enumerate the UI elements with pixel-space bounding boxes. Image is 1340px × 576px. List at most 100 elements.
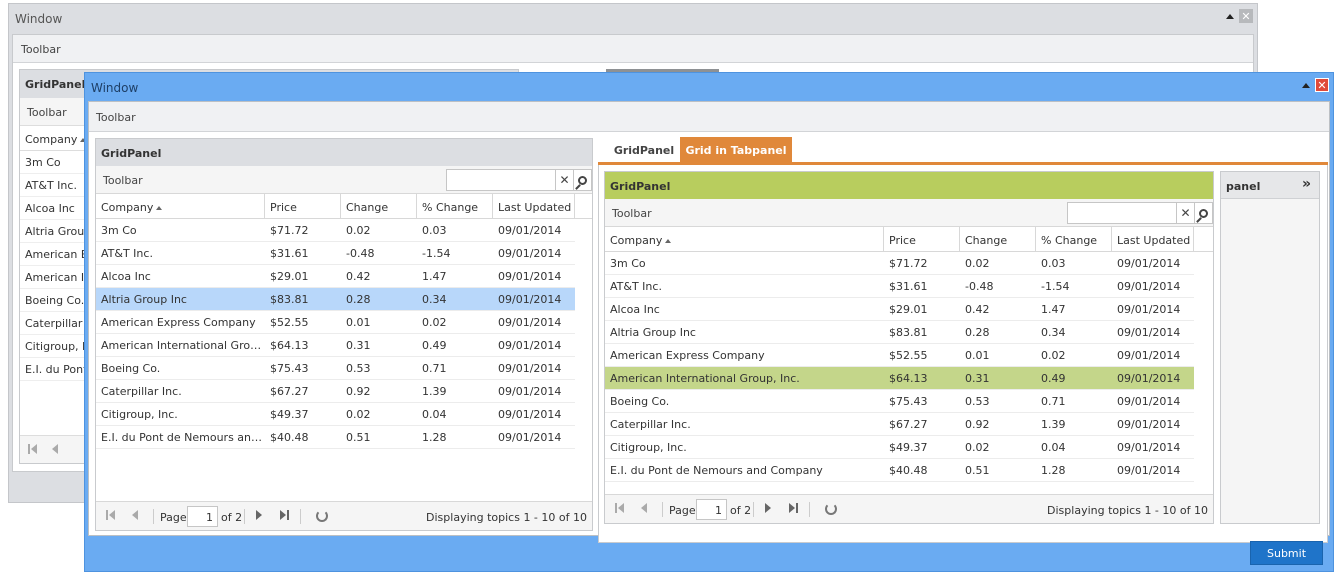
clear-icon[interactable]: ✕: [1177, 202, 1195, 224]
table-cell: 1.28: [1041, 464, 1066, 477]
collapse-icon[interactable]: [1226, 13, 1234, 19]
next-page-icon[interactable]: [256, 510, 262, 522]
last-page-icon[interactable]: [280, 510, 289, 520]
window-tools: ✕: [1226, 9, 1253, 23]
page-label: Page: [160, 511, 187, 524]
next-page-icon[interactable]: [765, 503, 771, 515]
collapse-icon[interactable]: [1302, 82, 1310, 88]
table-row[interactable]: American International Group, Inc. $64.13…: [96, 334, 575, 357]
table-cell: 09/01/2014: [498, 385, 562, 398]
table-cell: -1.54: [1041, 280, 1070, 293]
window-toolbar: Toolbar: [89, 102, 1329, 132]
first-page-icon[interactable]: [615, 503, 624, 513]
table-row[interactable]: E.I. du Pont de Nemours and Company $40.4…: [605, 459, 1194, 482]
grid-rows: 3m Co $71.72 0.02 0.03 09/01/2014 AT&T Inc. $3…: [96, 219, 592, 449]
table-cell: 1.47: [422, 270, 447, 283]
table-cell: $75.43: [270, 362, 309, 375]
page-number-input[interactable]: 1: [696, 499, 727, 520]
window-header[interactable]: Window: [85, 73, 1333, 101]
table-row[interactable]: Caterpillar Inc. $67.27 0.92 1.39 09/01/2014: [605, 413, 1194, 436]
table-cell: Boeing Co.: [101, 362, 161, 375]
table-cell: $67.27: [270, 385, 309, 398]
table-cell: 0.02: [965, 441, 990, 454]
last-page-icon[interactable]: [789, 503, 798, 513]
refresh-icon[interactable]: [825, 503, 837, 515]
first-page-icon[interactable]: [106, 510, 115, 520]
table-cell: Alcoa Inc: [101, 270, 151, 283]
search-input[interactable]: [446, 169, 556, 191]
grid-toolbar: Toolbar ✕: [605, 199, 1213, 227]
table-row[interactable]: 3m Co $71.72 0.02 0.03 09/01/2014: [96, 219, 575, 242]
left-grid-panel: GridPanel Toolbar ✕ Company Price Change% …: [95, 138, 593, 531]
column-header-last-updated[interactable]: Last Updated: [493, 194, 575, 218]
table-cell: 0.92: [965, 418, 990, 431]
table-row[interactable]: 3m Co $71.72 0.02 0.03 09/01/2014: [605, 252, 1194, 275]
toolbar-label: Toolbar: [21, 43, 61, 56]
table-row[interactable]: AT&T Inc. $31.61 -0.48 -1.54 09/01/2014: [96, 242, 575, 265]
table-row[interactable]: Caterpillar Inc. $67.27 0.92 1.39 09/01/2014: [96, 380, 575, 403]
table-cell: $64.13: [270, 339, 309, 352]
window-title: Window: [91, 81, 139, 95]
clear-icon[interactable]: ✕: [556, 169, 574, 191]
grid-toolbar: Toolbar ✕: [96, 166, 592, 194]
search-input[interactable]: [1067, 202, 1177, 224]
prev-page-icon[interactable]: [52, 444, 58, 456]
table-cell: -0.48: [965, 280, 994, 293]
table-cell: 0.02: [965, 257, 990, 270]
first-page-icon[interactable]: [28, 444, 37, 454]
close-icon[interactable]: ✕: [1239, 9, 1253, 23]
page-count-label: of 2: [730, 504, 752, 517]
close-icon[interactable]: ✕: [1315, 78, 1329, 92]
grid-title: GridPanel: [605, 172, 1213, 199]
search-icon[interactable]: [1195, 202, 1213, 224]
table-row[interactable]: Boeing Co. $75.43 0.53 0.71 09/01/2014: [605, 390, 1194, 413]
table-row[interactable]: E.I. du Pont de Nemours and Company $40.4…: [96, 426, 575, 449]
table-row[interactable]: American International Group, Inc. $64.13…: [605, 367, 1194, 390]
table-cell: 09/01/2014: [498, 339, 562, 352]
table-row[interactable]: Boeing Co. $75.43 0.53 0.71 09/01/2014: [96, 357, 575, 380]
refresh-icon[interactable]: [316, 510, 328, 522]
table-cell: 0.92: [346, 385, 371, 398]
side-panel: panel »: [1220, 171, 1320, 524]
table-cell: 0.31: [346, 339, 371, 352]
prev-page-icon[interactable]: [132, 510, 138, 522]
column-header-change[interactable]: % Change: [417, 194, 493, 218]
table-row[interactable]: Citigroup, Inc. $49.37 0.02 0.04 09/01/2014: [605, 436, 1194, 459]
foreground-window[interactable]: Window ✕ Toolbar GridPanel Toolbar ✕ Com…: [84, 72, 1334, 572]
search-icon[interactable]: [574, 169, 592, 191]
table-row[interactable]: American Express Company $52.55 0.01 0.02 09…: [605, 344, 1194, 367]
table-row[interactable]: Alcoa Inc $29.01 0.42 1.47 09/01/2014: [605, 298, 1194, 321]
table-row[interactable]: American Express Company $52.55 0.01 0.02 09…: [96, 311, 575, 334]
table-cell: -0.48: [346, 247, 375, 260]
table-row[interactable]: AT&T Inc. $31.61 -0.48 -1.54 09/01/2014: [605, 275, 1194, 298]
page-label: Page: [669, 504, 696, 517]
column-header-last-updated[interactable]: Last Updated: [1112, 227, 1194, 251]
column-header-change[interactable]: Change: [960, 227, 1036, 251]
table-cell: 1.39: [422, 385, 447, 398]
column-header-price[interactable]: Price: [265, 194, 341, 218]
table-cell: 09/01/2014: [1117, 418, 1181, 431]
page-number-input[interactable]: 1: [187, 506, 218, 527]
table-cell: 09/01/2014: [498, 408, 562, 421]
prev-page-icon[interactable]: [641, 503, 647, 515]
table-row[interactable]: Altria Group Inc $83.81 0.28 0.34 09/01/2014: [96, 288, 575, 311]
window-tools: ✕: [1302, 78, 1329, 92]
column-header-company[interactable]: Company: [605, 227, 884, 251]
table-cell: Citigroup, Inc.: [610, 441, 687, 454]
window-header[interactable]: Window: [9, 4, 1257, 34]
table-cell: 09/01/2014: [1117, 280, 1181, 293]
expand-icon[interactable]: »: [1302, 177, 1311, 191]
table-row[interactable]: Altria Group Inc $83.81 0.28 0.34 09/01/2014: [605, 321, 1194, 344]
tab-grid-in-tabpanel[interactable]: Grid in Tabpanel: [680, 137, 792, 163]
column-header-company[interactable]: Company: [96, 194, 265, 218]
table-row[interactable]: Citigroup, Inc. $49.37 0.02 0.04 09/01/2014: [96, 403, 575, 426]
toolbar-label: Toolbar: [27, 106, 67, 119]
pager-separator: [809, 502, 810, 517]
column-header-change[interactable]: Change: [341, 194, 417, 218]
table-cell: 0.34: [1041, 326, 1066, 339]
column-header-change[interactable]: % Change: [1036, 227, 1112, 251]
submit-button[interactable]: Submit: [1250, 541, 1323, 565]
tab-gridpanel[interactable]: GridPanel: [608, 137, 680, 163]
column-header-price[interactable]: Price: [884, 227, 960, 251]
table-row[interactable]: Alcoa Inc $29.01 0.42 1.47 09/01/2014: [96, 265, 575, 288]
